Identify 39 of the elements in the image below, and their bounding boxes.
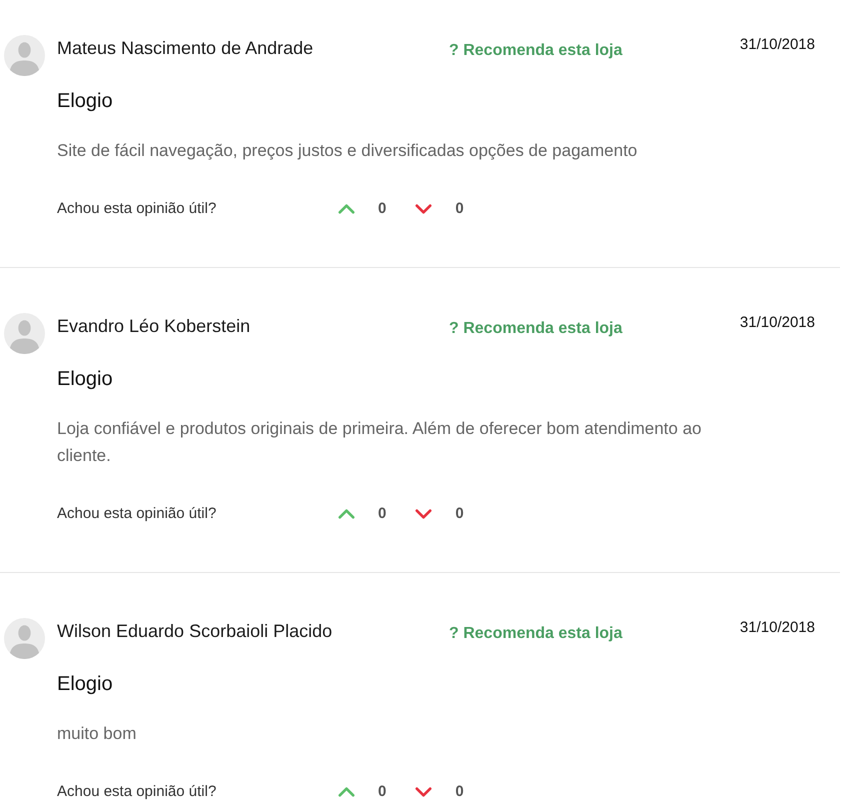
downvote-count: 0 xyxy=(455,504,464,524)
upvote-button[interactable] xyxy=(337,508,356,520)
downvote-button[interactable] xyxy=(414,508,434,520)
helpful-prompt: Achou esta opinião útil? xyxy=(57,782,218,802)
review-text: Site de fácil navegação, preços justos e diversificadas opções de pagamento xyxy=(57,140,638,162)
recommendation-text: ? Recomenda esta loja xyxy=(449,624,622,644)
helpful-prompt: Achou esta opinião útil? xyxy=(57,504,218,524)
review-date: 31/10/2018 xyxy=(740,35,815,55)
user-avatar-icon xyxy=(4,35,45,76)
review-title: Elogio xyxy=(57,89,113,114)
downvote-count: 0 xyxy=(455,199,464,219)
reviewer-name: Mateus Nascimento de Andrade xyxy=(57,37,314,60)
recommendation-text: ? Recomenda esta loja xyxy=(449,319,622,339)
review-title: Elogio xyxy=(57,672,113,697)
chevron-up-icon xyxy=(337,786,356,798)
chevron-up-icon xyxy=(337,508,356,520)
user-avatar-icon xyxy=(4,618,45,659)
upvote-button[interactable] xyxy=(337,786,356,798)
upvote-count: 0 xyxy=(378,782,386,802)
user-avatar-icon xyxy=(4,313,45,354)
reviewer-name: Wilson Eduardo Scorbaioli Placido xyxy=(57,620,332,643)
downvote-button[interactable] xyxy=(414,786,434,798)
review-title: Elogio xyxy=(57,367,113,392)
upvote-button[interactable] xyxy=(337,203,356,215)
review-text: muito bom xyxy=(57,723,136,745)
downvote-count: 0 xyxy=(455,782,464,802)
recommendation-text: ? Recomenda esta loja xyxy=(449,41,622,61)
chevron-down-icon xyxy=(414,786,434,798)
upvote-count: 0 xyxy=(378,199,386,219)
helpful-prompt: Achou esta opinião útil? xyxy=(57,199,218,219)
reviewer-name: Evandro Léo Koberstein xyxy=(57,315,250,338)
chevron-down-icon xyxy=(414,203,434,215)
chevron-down-icon xyxy=(414,508,434,520)
review-date: 31/10/2018 xyxy=(740,313,815,333)
chevron-up-icon xyxy=(337,203,356,215)
review-date: 31/10/2018 xyxy=(740,618,815,638)
upvote-count: 0 xyxy=(378,504,386,524)
review-text: Loja confiável e produtos originais de primeira. Além de oferecer bom atendimento ao cliente. xyxy=(57,418,702,467)
downvote-button[interactable] xyxy=(414,203,434,215)
